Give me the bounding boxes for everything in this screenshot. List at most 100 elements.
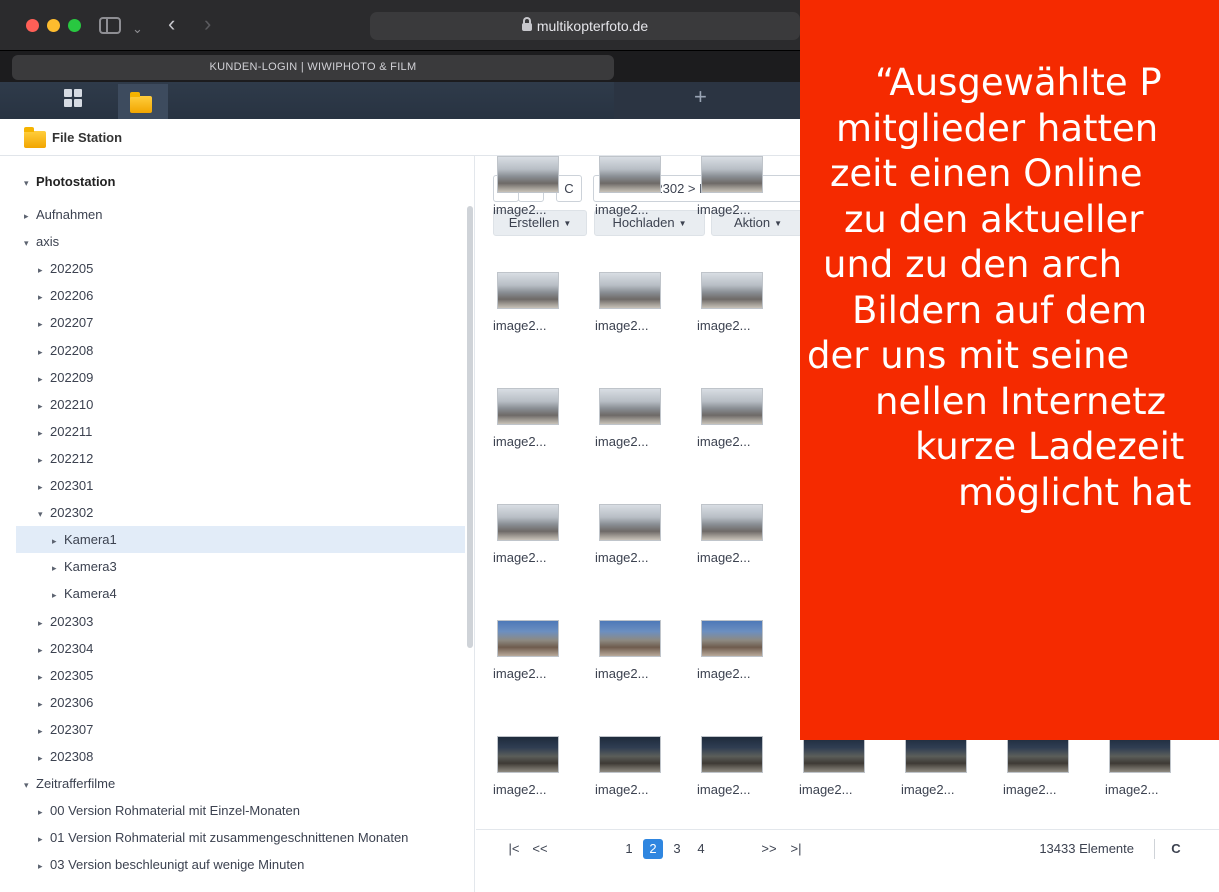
next-page-button[interactable]: >> (758, 839, 780, 859)
browser-forward-button[interactable]: › (204, 11, 211, 37)
page-3-button[interactable]: 3 (667, 839, 687, 859)
quote-line: und zu den arch (823, 243, 1123, 286)
tree-item[interactable]: ▸ 202206 (0, 282, 465, 309)
chevron-down-icon[interactable]: ⌄ (132, 16, 143, 42)
file-thumbnail[interactable]: image2... (1096, 736, 1186, 816)
tree-item[interactable]: ▸ 202209 (0, 364, 465, 391)
image-preview (599, 736, 661, 773)
new-tab-button[interactable]: + (694, 84, 707, 110)
file-thumbnail[interactable]: image2... (484, 620, 574, 700)
tree-item[interactable]: ▸ 00 Version Rohmaterial mit Einzel-Monat… (0, 797, 465, 824)
file-thumbnail[interactable]: image2... (484, 504, 574, 584)
quote-line: Bildern auf dem (852, 288, 1148, 332)
caret-right-icon: ▸ (38, 671, 43, 682)
tree-item[interactable]: ▾ 202302 (0, 499, 465, 526)
tree-item[interactable]: ▸ 202211 (0, 418, 465, 445)
tree-item[interactable]: ▸ 202205 (0, 255, 465, 282)
tree-item[interactable]: ▾ Zeitrafferfilme (0, 770, 465, 797)
tree-item[interactable]: ▸ Kamera1 (16, 526, 465, 554)
caret-right-icon: ▸ (38, 861, 43, 872)
tree-item[interactable]: ▸ 202301 (0, 472, 465, 499)
item-count: 13433 Elemente (1039, 841, 1134, 856)
file-thumbnail[interactable]: image2... (484, 736, 574, 816)
previous-page-button[interactable]: << (529, 839, 551, 859)
tree-item[interactable]: ▾ axis (0, 228, 465, 255)
page-4-button[interactable]: 4 (691, 839, 711, 859)
file-thumbnail[interactable]: image2... (892, 736, 982, 816)
file-thumbnail[interactable]: image2... (484, 388, 574, 468)
tree-item-label: 202305 (50, 667, 94, 683)
file-thumbnail[interactable]: image2... (688, 620, 778, 700)
quote-line: mitglieder hatten (836, 106, 1159, 150)
file-thumbnail[interactable]: image2... (484, 156, 574, 236)
page-1-button[interactable]: 1 (619, 839, 639, 859)
caret-down-icon: ▾ (24, 238, 29, 249)
caret-right-icon: ▸ (38, 454, 43, 465)
tree-item[interactable]: ▸ 202305 (0, 662, 465, 689)
minimize-window-button[interactable] (47, 19, 60, 32)
file-thumbnail[interactable]: image2... (688, 388, 778, 468)
file-thumbnail[interactable]: image2... (688, 156, 778, 236)
quote-overlay: “Ausgewählte Pmitglieder hatten zeit eine… (800, 0, 1219, 740)
browser-tab[interactable]: KUNDEN-LOGIN | WIWIPHOTO & FILM (12, 55, 614, 80)
caret-right-icon: ▸ (38, 319, 43, 330)
tree-item[interactable]: ▸ Kamera4 (0, 580, 465, 607)
file-thumbnail[interactable]: image2... (586, 620, 676, 700)
file-thumbnail[interactable]: image2... (586, 504, 676, 584)
url-text: multikopterfoto.de (536, 18, 649, 34)
file-thumbnail[interactable]: image2... (790, 736, 880, 816)
file-name: image2... (493, 202, 547, 217)
tree-item[interactable]: ▸ 202212 (0, 445, 465, 472)
file-thumbnail[interactable]: image2... (688, 736, 778, 816)
browser-back-button[interactable]: ‹ (168, 11, 175, 37)
address-bar[interactable]: multikopterfoto.de (370, 12, 800, 40)
file-name: image2... (901, 782, 955, 797)
tree-item[interactable]: ▸ 202308 (0, 743, 465, 770)
file-thumbnail[interactable]: image2... (586, 736, 676, 816)
first-page-button[interactable]: |< (503, 839, 525, 859)
image-preview (497, 272, 559, 309)
tree-item[interactable]: ▸ 202307 (0, 716, 465, 743)
tree-item[interactable]: ▸ Aufnahmen (0, 201, 465, 228)
file-name: image2... (595, 550, 649, 565)
tree-item[interactable]: ▸ 202208 (0, 337, 465, 364)
tree-item-label: 202304 (50, 640, 94, 656)
tree-item[interactable]: ▸ 202303 (0, 608, 465, 635)
last-page-button[interactable]: >| (785, 839, 807, 859)
tree-item-label: Kamera1 (64, 532, 117, 548)
file-station-taskbar-button[interactable] (118, 84, 168, 119)
tree-item[interactable]: ▸ 202210 (0, 391, 465, 418)
caret-right-icon: ▸ (52, 590, 57, 601)
image-preview (497, 736, 559, 773)
tree-item[interactable]: ▸ 01 Version Rohmaterial mit zusammengesc… (0, 824, 465, 851)
tree-item[interactable]: ▸ 202207 (0, 309, 465, 336)
maximize-window-button[interactable] (68, 19, 81, 32)
sidebar-toggle-icon[interactable] (99, 17, 121, 34)
tree-item[interactable]: ▸ Kamera3 (0, 553, 465, 580)
folder-tree: ▾ Photostation ▸ Aufnahmen ▾ axis ▸ 202205 ▸ 202… (0, 156, 475, 892)
quote-line: möglicht hat (958, 470, 1192, 514)
tree-item-label: Aufnahmen (36, 207, 103, 222)
file-thumbnail[interactable]: image2... (484, 272, 574, 352)
tree-scrollbar[interactable] (467, 206, 473, 648)
main-menu-icon[interactable] (64, 89, 82, 107)
page-2-button[interactable]: 2 (643, 839, 663, 859)
close-window-button[interactable] (26, 19, 39, 32)
file-thumbnail[interactable]: image2... (586, 156, 676, 236)
pager-refresh-button[interactable]: C (1166, 839, 1186, 859)
image-preview (1109, 736, 1171, 773)
file-thumbnail[interactable]: image2... (994, 736, 1084, 816)
file-thumbnail[interactable]: image2... (586, 272, 676, 352)
tree-item-label: 202307 (50, 721, 94, 737)
file-thumbnail[interactable]: image2... (688, 272, 778, 352)
tree-root[interactable]: ▾ Photostation (24, 168, 444, 195)
file-thumbnail[interactable]: image2... (586, 388, 676, 468)
tree-item[interactable]: ▸ 202304 (0, 635, 465, 662)
file-name: image2... (493, 434, 547, 449)
image-preview (599, 504, 661, 541)
caret-right-icon: ▸ (38, 400, 43, 411)
file-thumbnail[interactable]: image2... (688, 504, 778, 584)
tree-item[interactable]: ▸ 202306 (0, 689, 465, 716)
image-preview (701, 388, 763, 425)
tree-item[interactable]: ▸ 03 Version beschleunigt auf wenige Minu… (0, 851, 465, 878)
